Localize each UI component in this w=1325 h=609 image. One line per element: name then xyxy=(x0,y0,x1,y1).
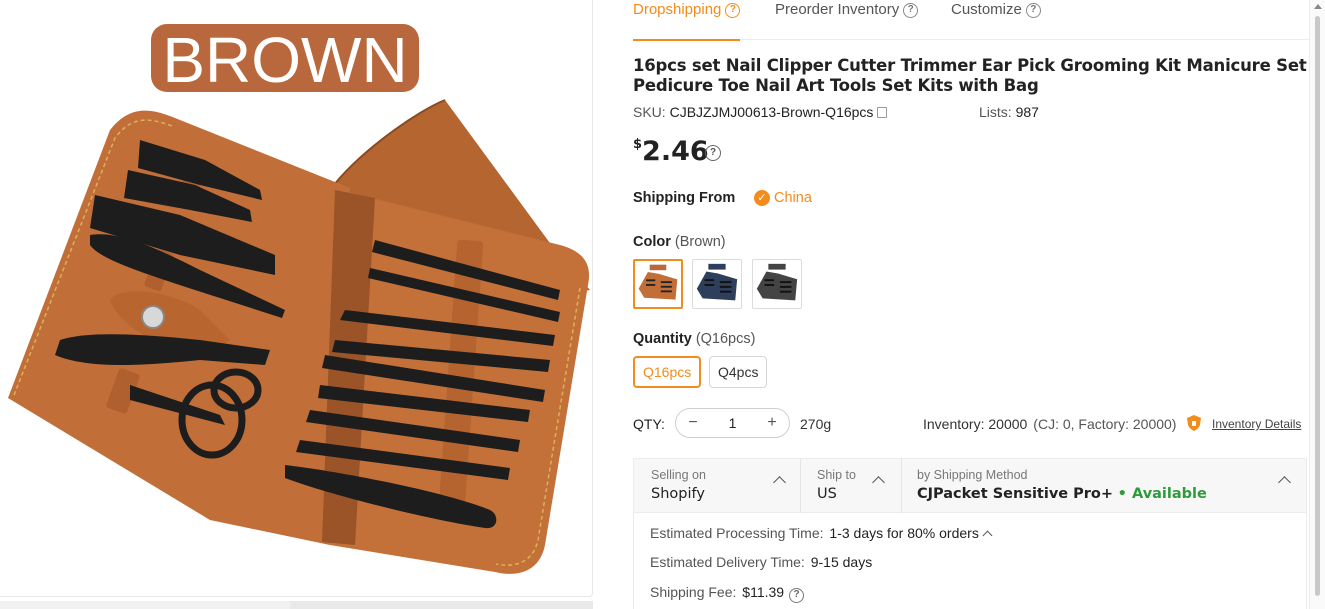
help-icon[interactable]: ? xyxy=(1025,3,1041,18)
sku-value: CJBJZJMJ00613-Brown-Q16pcs xyxy=(669,104,874,120)
scroll-up-arrow[interactable] xyxy=(1314,4,1322,9)
inventory-total: Inventory: 20000 xyxy=(923,416,1028,432)
lists-count: Lists: 987 xyxy=(979,104,1039,120)
processing-time-label: Estimated Processing Time: xyxy=(650,525,824,541)
tab-label: Customize xyxy=(951,1,1022,18)
quantity-option-q4pcs[interactable]: Q4pcs xyxy=(709,356,768,388)
color-label: Color (Brown) xyxy=(633,234,726,250)
shipping-from-option[interactable]: ✓ China xyxy=(754,190,812,206)
color-selected: (Brown) xyxy=(674,234,726,250)
shipping-selector-bar: Selling on Shopify Ship to US by Shippin… xyxy=(634,459,1306,513)
selling-on-selector[interactable]: Selling on Shopify xyxy=(651,459,801,513)
quantity-selected: (Q16pcs) xyxy=(695,331,756,347)
chevron-up-icon xyxy=(1278,476,1291,489)
thumbnail-strip[interactable] xyxy=(0,601,593,609)
quantity-label: Quantity (Q16pcs) xyxy=(633,331,755,347)
color-swatch-blue[interactable] xyxy=(692,259,742,309)
shipping-from-value: China xyxy=(774,190,812,206)
swatch-image xyxy=(638,264,678,300)
sku-row: SKU: CJBJZJMJ00613-Brown-Q16pcs xyxy=(633,104,888,120)
delivery-time-value: 9-15 days xyxy=(810,554,873,570)
quantity-input[interactable] xyxy=(712,415,753,431)
shipping-from-label: Shipping From xyxy=(633,190,736,206)
color-swatch-brown[interactable] xyxy=(633,259,683,309)
ship-to-label: Ship to xyxy=(817,468,856,482)
availability-status: • Available xyxy=(1117,486,1207,502)
processing-time-row: Estimated Processing Time: 1-3 days for … xyxy=(650,525,993,541)
price-amount: 2.46 xyxy=(642,136,709,167)
lists-label: Lists: xyxy=(979,104,1012,120)
shipping-method-label: by Shipping Method xyxy=(917,468,1028,482)
product-weight: 270g xyxy=(800,416,832,432)
help-icon[interactable]: ? xyxy=(725,3,741,18)
chevron-up-icon[interactable] xyxy=(982,530,993,541)
chevron-up-icon xyxy=(773,476,786,489)
ship-to-selector[interactable]: Ship to US xyxy=(817,459,902,513)
chevron-up-icon xyxy=(872,476,885,489)
image-overlay-label: BROWN xyxy=(162,24,407,96)
shipping-fee-row: Shipping Fee: $11.39? xyxy=(650,584,805,603)
delivery-time-label: Estimated Delivery Time: xyxy=(650,554,805,570)
sku-label: SKU: xyxy=(633,104,666,120)
purchase-tabs: Dropshipping ? Preorder Inventory ? Cust… xyxy=(633,0,1309,41)
quantity-label-text: Quantity xyxy=(633,331,692,347)
delivery-time-row: Estimated Delivery Time: 9-15 days xyxy=(650,554,872,570)
swatch-image xyxy=(756,263,798,301)
quantity-stepper: − + xyxy=(675,408,790,438)
tab-customize[interactable]: Customize ? xyxy=(951,0,1041,40)
decrement-button[interactable]: − xyxy=(686,414,700,432)
copy-icon[interactable] xyxy=(877,107,888,118)
lists-value: 987 xyxy=(1015,104,1039,120)
increment-button[interactable]: + xyxy=(765,414,779,432)
color-label-text: Color xyxy=(633,234,671,250)
shipping-box: Selling on Shopify Ship to US by Shippin… xyxy=(633,458,1307,609)
shipping-fee-label: Shipping Fee: xyxy=(650,584,737,600)
selling-on-value: Shopify xyxy=(651,486,705,502)
inventory-details-link[interactable]: Inventory Details xyxy=(1212,417,1301,431)
help-icon[interactable]: ? xyxy=(903,3,919,18)
price-currency: $ xyxy=(633,137,643,152)
selling-on-label: Selling on xyxy=(651,468,706,482)
check-icon: ✓ xyxy=(754,190,770,206)
tab-preorder-inventory[interactable]: Preorder Inventory ? xyxy=(775,0,919,40)
price: $2.46 xyxy=(633,136,709,167)
shield-icon xyxy=(1187,415,1201,431)
tab-dropshipping[interactable]: Dropshipping ? xyxy=(633,0,741,41)
page-scrollbar[interactable] xyxy=(1309,0,1325,609)
quantity-option-q16pcs[interactable]: Q16pcs xyxy=(633,356,702,388)
shipping-fee-value: $11.39 xyxy=(742,584,785,600)
shipping-method-value: CJPacket Sensitive Pro+ • Available xyxy=(917,486,1207,502)
inventory-breakdown: (CJ: 0, Factory: 20000) xyxy=(1033,416,1177,432)
ship-to-value: US xyxy=(817,486,837,502)
shipping-method-name: CJPacket Sensitive Pro+ xyxy=(917,486,1114,502)
price-help-icon[interactable]: ? xyxy=(705,145,721,161)
tab-label: Dropshipping xyxy=(633,1,722,18)
processing-time-value: 1-3 days for 80% orders xyxy=(829,525,979,541)
help-icon[interactable]: ? xyxy=(789,588,805,603)
qty-label: QTY: xyxy=(633,416,665,432)
product-image: BROWN xyxy=(8,24,590,574)
swatch-image xyxy=(696,263,738,301)
product-image-panel[interactable]: BROWN xyxy=(0,0,593,597)
shipping-method-selector[interactable]: by Shipping Method CJPacket Sensitive Pr… xyxy=(917,459,1297,513)
inventory-info: Inventory: 20000 (CJ: 0, Factory: 20000) xyxy=(923,416,1176,432)
tab-label: Preorder Inventory xyxy=(775,1,900,18)
scroll-thumb[interactable] xyxy=(1315,16,1320,596)
product-title: 16pcs set Nail Clipper Cutter Trimmer Ea… xyxy=(633,56,1307,95)
color-swatch-grey[interactable] xyxy=(752,259,802,309)
